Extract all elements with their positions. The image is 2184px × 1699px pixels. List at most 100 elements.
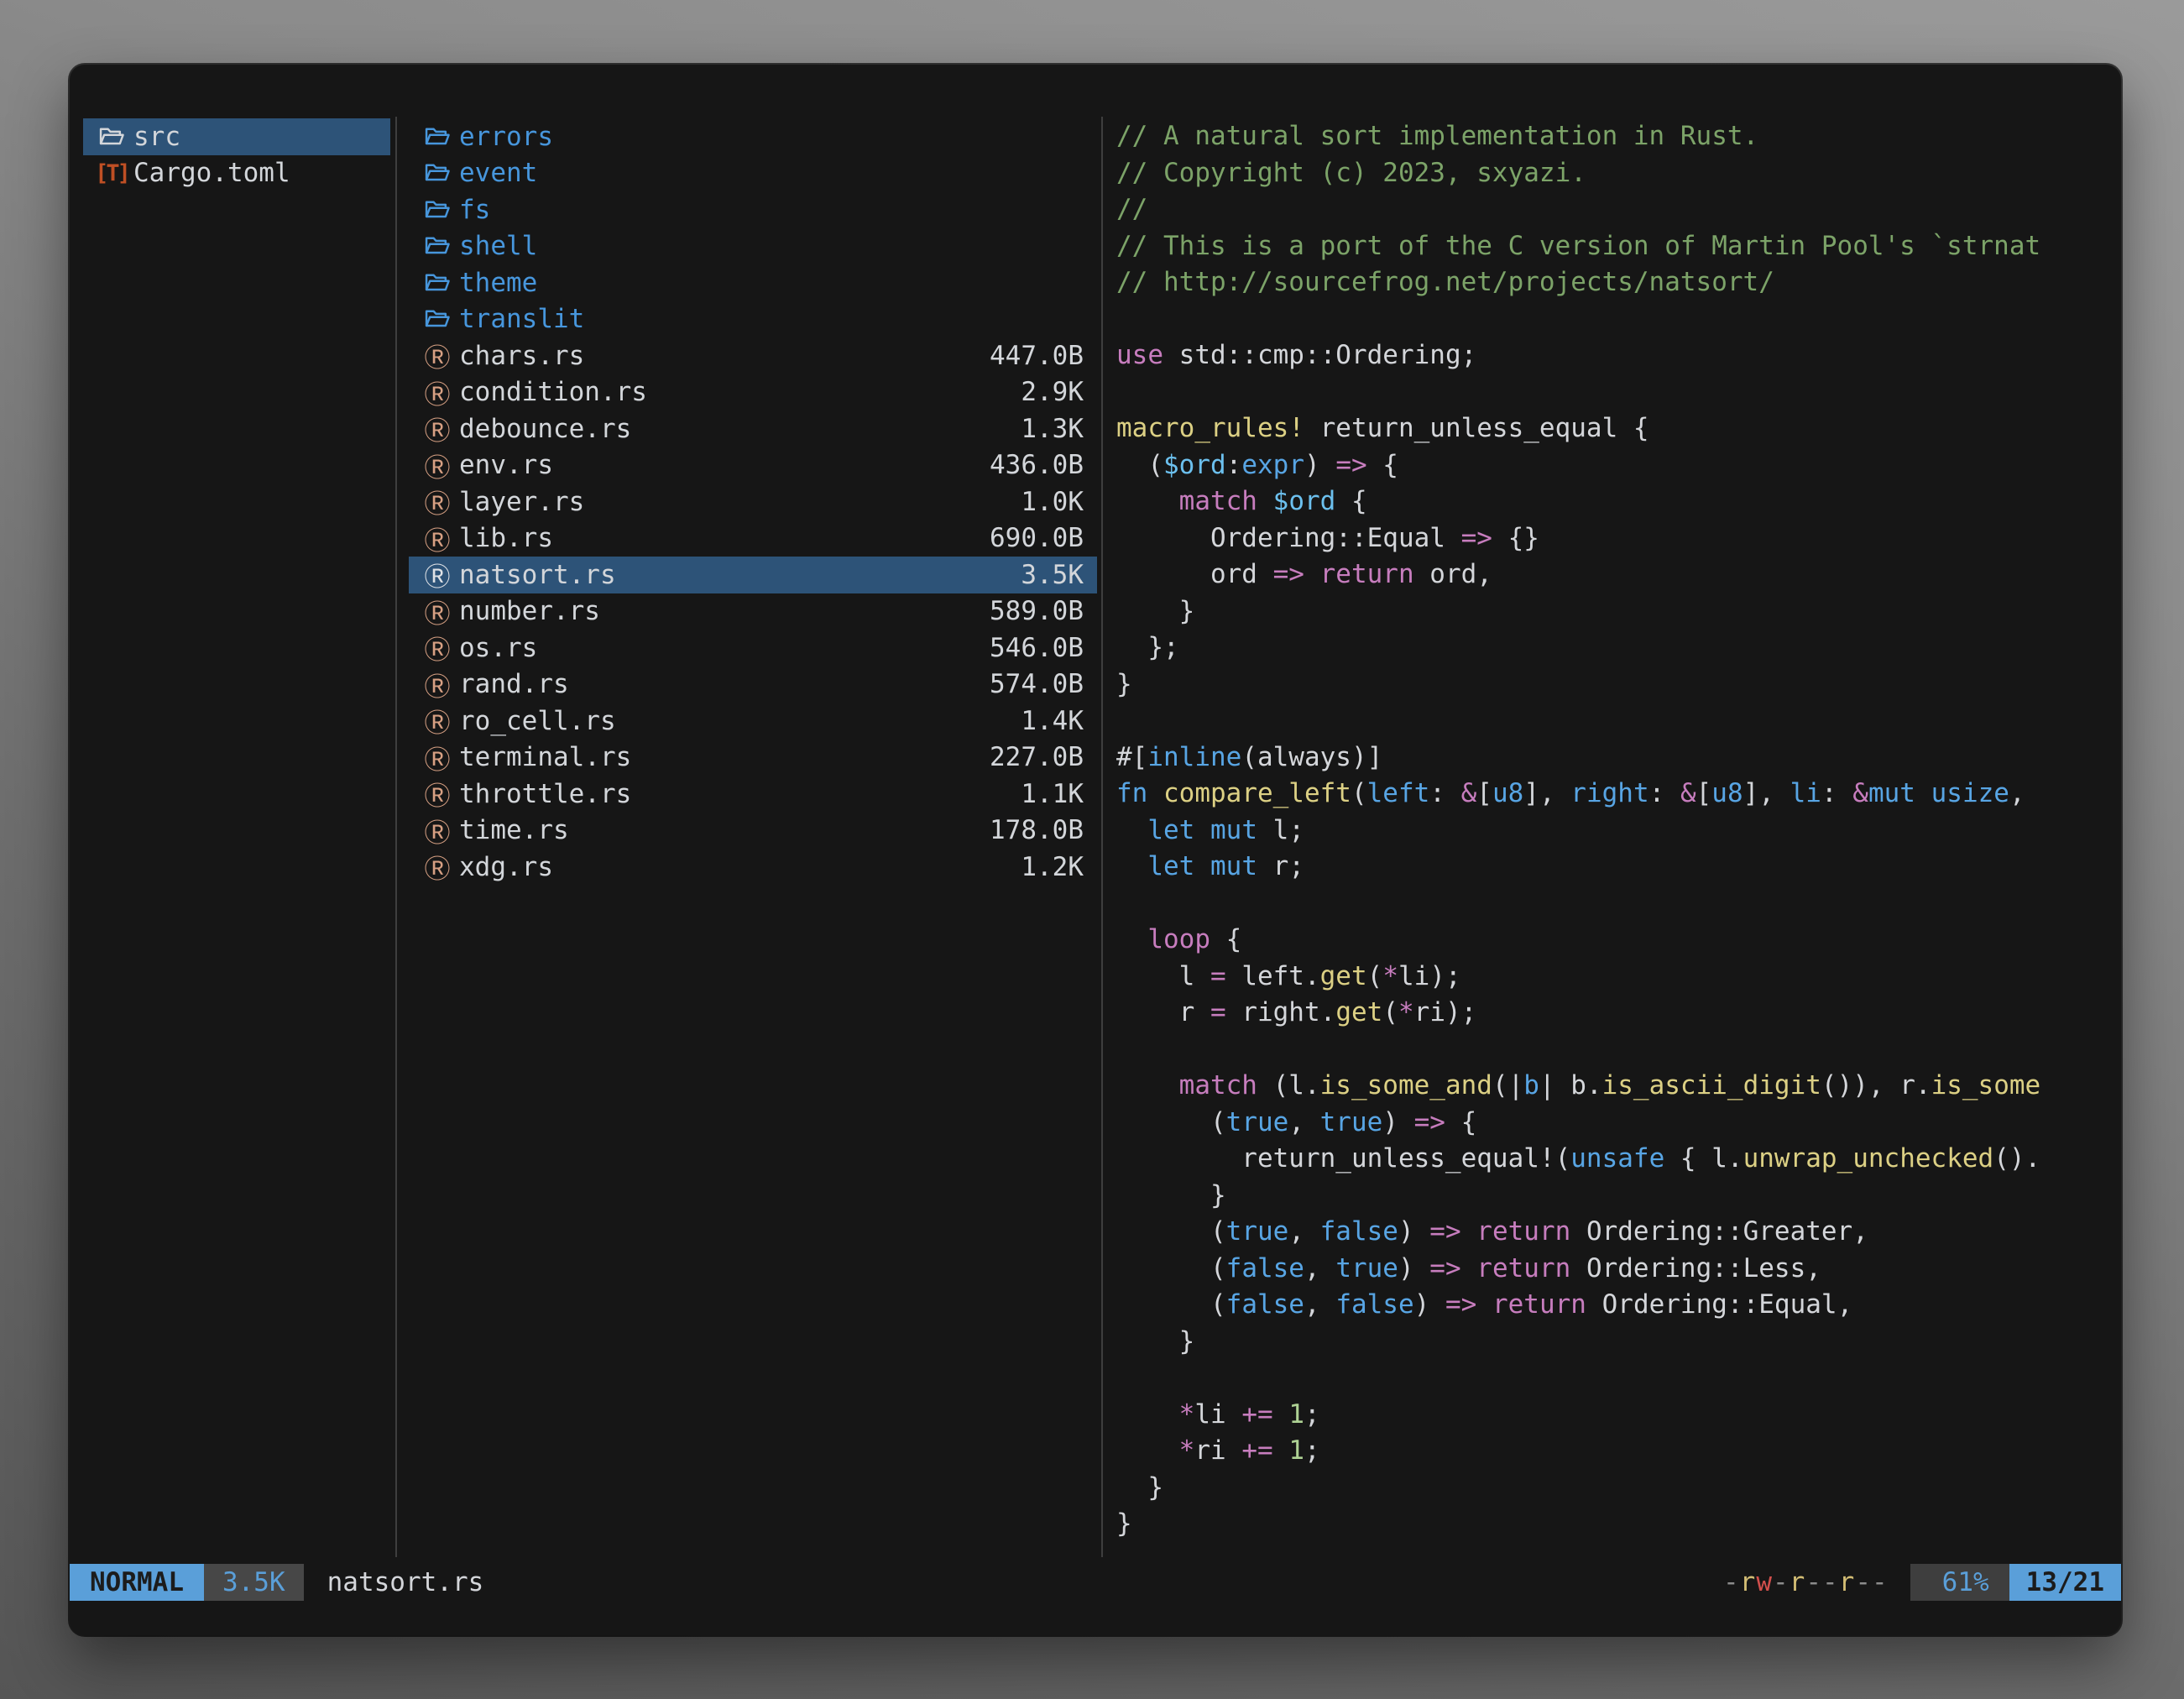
- file-size: 227.0B: [990, 742, 1084, 772]
- code-line: #[inline(always)]: [1116, 740, 2116, 776]
- item-label: os.rs: [459, 633, 537, 663]
- code-line: l = left.get(*li);: [1116, 959, 2116, 996]
- rust-icon: Ⓡ: [421, 816, 454, 844]
- file-row-lib.rs[interactable]: Ⓡlib.rs 690.0B: [409, 520, 1097, 557]
- rust-icon: Ⓡ: [421, 853, 454, 881]
- rust-icon: Ⓡ: [421, 415, 454, 443]
- file-row-terminal.rs[interactable]: Ⓡterminal.rs227.0B: [409, 740, 1097, 776]
- item-label: ro_cell.rs: [459, 706, 616, 736]
- code-line: Ordering::Equal => {}: [1116, 520, 2116, 557]
- code-line: *ri += 1;: [1116, 1433, 2116, 1470]
- item-label: theme: [459, 268, 537, 298]
- folder-row-shell[interactable]: shell: [409, 228, 1097, 265]
- file-size: 436.0B: [990, 450, 1084, 480]
- file-row-number.rs[interactable]: Ⓡnumber.rs 589.0B: [409, 593, 1097, 630]
- rust-icon: Ⓡ: [421, 634, 454, 662]
- file-size: 690.0B: [990, 523, 1084, 553]
- current-pane: errorseventfsshellthemetranslitⓇchars.rs…: [409, 118, 1097, 886]
- folder-open-icon: [421, 305, 454, 333]
- code-line: loop {: [1116, 922, 2116, 959]
- code-line: macro_rules! return_unless_equal {: [1116, 410, 2116, 447]
- code-line: }: [1116, 1470, 2116, 1507]
- cursor-position-chip: 13/21: [2009, 1564, 2121, 1601]
- code-line: }: [1116, 593, 2116, 630]
- folder-row-translit[interactable]: translit: [409, 301, 1097, 338]
- item-label: xdg.rs: [459, 852, 553, 882]
- folder-row-errors[interactable]: errors: [409, 118, 1097, 155]
- code-line: [1116, 301, 2116, 338]
- preview-pane: // A natural sort implementation in Rust…: [1116, 118, 2116, 1543]
- code-line: }: [1116, 1506, 2116, 1543]
- file-row-condition.rs[interactable]: Ⓡcondition.rs2.9K: [409, 374, 1097, 411]
- file-size: 1.4K: [1021, 706, 1084, 736]
- item-label: errors: [459, 122, 553, 152]
- file-row-rand.rs[interactable]: Ⓡrand.rs574.0B: [409, 667, 1097, 703]
- file-row-time.rs[interactable]: Ⓡtime.rs178.0B: [409, 813, 1097, 850]
- rust-icon: Ⓡ: [421, 451, 454, 479]
- item-label: number.rs: [459, 596, 600, 626]
- folder-open-icon: [421, 159, 454, 187]
- file-size: 1.1K: [1021, 779, 1084, 809]
- code-line: ord => return ord,: [1116, 557, 2116, 593]
- rust-icon: Ⓡ: [421, 342, 454, 370]
- file-row-env.rs[interactable]: Ⓡenv.rs436.0B: [409, 447, 1097, 484]
- mode-badge: NORMAL: [70, 1564, 204, 1601]
- permissions-text: -rw-r--r--: [1723, 1564, 1889, 1601]
- code-line: }: [1116, 1178, 2116, 1215]
- status-filename: natsort.rs: [327, 1564, 484, 1601]
- rust-icon: Ⓡ: [421, 488, 454, 516]
- item-label: Cargo.toml: [133, 158, 290, 188]
- item-label: fs: [459, 195, 490, 225]
- code-line: match (l.is_some_and(|b| b.is_ascii_digi…: [1116, 1068, 2116, 1105]
- folder-row-event[interactable]: event: [409, 155, 1097, 192]
- parent-item-Cargo.toml[interactable]: [T]Cargo.toml: [83, 155, 390, 192]
- item-label: throttle.rs: [459, 779, 631, 809]
- file-row-xdg.rs[interactable]: Ⓡxdg.rs1.2K: [409, 849, 1097, 886]
- file-row-layer.rs[interactable]: Ⓡlayer.rs1.0K: [409, 484, 1097, 520]
- folder-row-fs[interactable]: fs: [409, 191, 1097, 228]
- rust-icon: Ⓡ: [421, 670, 454, 698]
- rust-icon: Ⓡ: [421, 524, 454, 552]
- code-line: ($ord:expr) => {: [1116, 447, 2116, 484]
- rust-icon: Ⓡ: [421, 597, 454, 625]
- item-label: chars.rs: [459, 341, 584, 371]
- file-row-natsort.rs[interactable]: Ⓡnatsort.rs3.5K: [409, 557, 1097, 593]
- file-row-ro_cell.rs[interactable]: Ⓡro_cell.rs1.4K: [409, 703, 1097, 740]
- file-size: 546.0B: [990, 633, 1084, 663]
- code-line: (true, false) => return Ordering::Greate…: [1116, 1214, 2116, 1251]
- yazi-window: src[T]Cargo.toml errors event fs shell theme…: [70, 65, 2121, 1635]
- code-line: // Copyright (c) 2023, sxyazi.: [1116, 155, 2116, 192]
- code-line: *li += 1;: [1116, 1397, 2116, 1434]
- pane-divider-left: [395, 117, 397, 1557]
- file-row-debounce.rs[interactable]: Ⓡdebounce.rs1.3K: [409, 410, 1097, 447]
- file-row-os.rs[interactable]: Ⓡos.rs 546.0B: [409, 630, 1097, 667]
- code-line: let mut l;: [1116, 813, 2116, 850]
- item-label: translit: [459, 304, 584, 334]
- file-size: 1.3K: [1021, 414, 1084, 444]
- rust-icon: Ⓡ: [421, 743, 454, 771]
- code-line: let mut r;: [1116, 849, 2116, 886]
- pane-divider-right: [1101, 117, 1103, 1557]
- code-line: };: [1116, 630, 2116, 667]
- file-row-throttle.rs[interactable]: Ⓡthrottle.rs1.1K: [409, 776, 1097, 813]
- code-line: [1116, 703, 2116, 740]
- code-line: r = right.get(*ri);: [1116, 995, 2116, 1032]
- code-line: //: [1116, 191, 2116, 228]
- file-size: 2.9K: [1021, 377, 1084, 407]
- item-label: shell: [459, 231, 537, 261]
- rust-icon: Ⓡ: [421, 561, 454, 589]
- item-label: lib.rs: [459, 523, 553, 553]
- folder-open-icon: [421, 269, 454, 297]
- file-size: 178.0B: [990, 815, 1084, 845]
- file-row-chars.rs[interactable]: Ⓡchars.rs447.0B: [409, 337, 1097, 374]
- item-label: event: [459, 158, 537, 188]
- code-line: use std::cmp::Ordering;: [1116, 337, 2116, 374]
- parent-item-src[interactable]: src: [83, 118, 390, 155]
- file-size: 589.0B: [990, 596, 1084, 626]
- item-label: rand.rs: [459, 669, 569, 699]
- code-line: (false, true) => return Ordering::Less,: [1116, 1251, 2116, 1288]
- folder-open-icon: [421, 123, 454, 151]
- folder-row-theme[interactable]: theme: [409, 264, 1097, 301]
- file-size-chip: 3.5K: [204, 1564, 304, 1601]
- code-line: (true, true) => {: [1116, 1105, 2116, 1142]
